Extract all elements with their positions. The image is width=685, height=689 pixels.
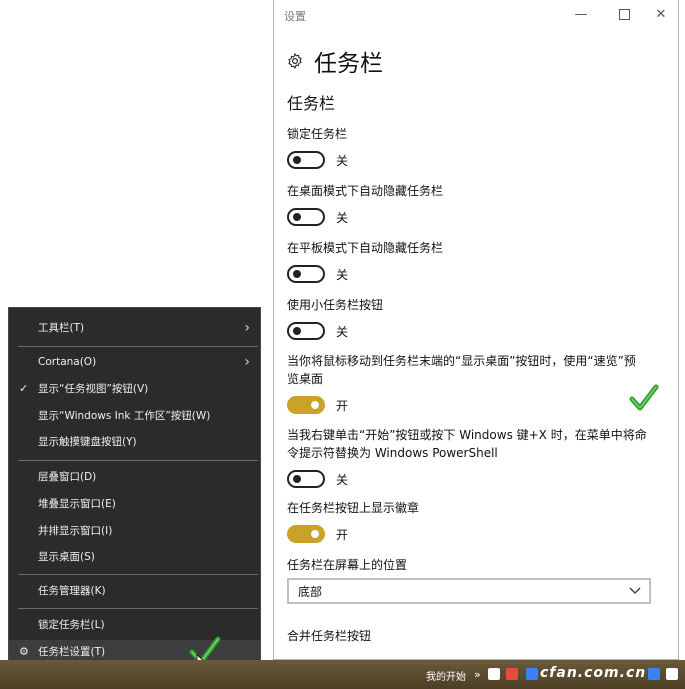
toggle-state-label: 关	[336, 267, 349, 282]
setting-powershell: 当我右键单击“开始”按钮或按下 Windows 键+X 时，在菜单中将命令提示符…	[287, 426, 647, 488]
menu-item-cascade[interactable]: 层叠窗口(D)	[9, 465, 260, 489]
taskbar: 我的开始 » cfan.com.cn	[0, 660, 685, 689]
menu-item-label: 任务管理器(K)	[38, 585, 106, 597]
menu-item-touch-keyboard[interactable]: 显示触摸键盘按钮(Y)	[9, 430, 260, 454]
menu-item-stack[interactable]: 堆叠显示窗口(E)	[9, 492, 260, 516]
menu-item-cortana[interactable]: Cortana(O) ›	[9, 350, 260, 374]
app-icon[interactable]	[648, 668, 660, 680]
lock-taskbar-toggle[interactable]	[287, 151, 325, 169]
toggle-state-label: 关	[336, 324, 349, 339]
title-bar: 设置 — ✕	[274, 0, 678, 30]
menu-item-show-desktop[interactable]: 显示桌面(S)	[9, 545, 260, 569]
menu-item-task-manager[interactable]: 任务管理器(K)	[9, 579, 260, 603]
section-title: 任务栏	[287, 94, 336, 113]
window-title: 设置	[284, 10, 306, 23]
app-icon[interactable]	[666, 668, 678, 680]
page-title: 任务栏	[314, 51, 383, 77]
setting-label: 使用小任务栏按钮	[287, 298, 384, 312]
my-start-button[interactable]: 我的开始	[426, 668, 466, 683]
autohide-tablet-toggle[interactable]	[287, 265, 325, 283]
setting-label: 当你将鼠标移动到任务栏末端的“显示桌面”按钮时，使用“速览”预览桌面	[287, 354, 636, 386]
setting-peek: 当你将鼠标移动到任务栏末端的“显示桌面”按钮时，使用“速览”预览桌面 开	[287, 352, 647, 414]
menu-item-label: 显示“任务视图”按钮(V)	[38, 383, 149, 395]
menu-item-task-view[interactable]: ✓ 显示“任务视图”按钮(V)	[9, 377, 260, 401]
setting-label: 当我右键单击“开始”按钮或按下 Windows 键+X 时，在菜单中将命令提示符…	[287, 428, 647, 460]
toggle-state-label: 关	[336, 153, 349, 168]
position-label: 任务栏在屏幕上的位置	[287, 558, 408, 572]
setting-label: 在任务栏按钮上显示徽章	[287, 501, 420, 515]
menu-item-ink[interactable]: 显示“Windows Ink 工作区”按钮(W)	[9, 404, 260, 428]
close-icon: ✕	[655, 7, 667, 22]
powershell-toggle[interactable]	[287, 470, 325, 488]
menu-item-label: 显示触摸键盘按钮(Y)	[38, 436, 137, 448]
menu-item-toolbars[interactable]: 工具栏(T) ›	[9, 316, 260, 340]
watermark-logo: cfan.com.cn	[540, 665, 647, 681]
menu-separator	[18, 608, 258, 609]
taskbar-context-menu: 工具栏(T) › Cortana(O) › ✓ 显示“任务视图”按钮(V) 显示…	[8, 307, 261, 674]
maximize-icon	[618, 9, 630, 20]
toggle-state-label: 关	[336, 472, 349, 487]
check-icon: ✓	[19, 382, 29, 395]
page-header: 任务栏	[286, 46, 383, 77]
gear-icon	[288, 53, 302, 69]
close-button[interactable]: ✕	[644, 5, 678, 25]
toggle-state-label: 关	[336, 210, 349, 225]
chevron-right-icon: ›	[244, 320, 250, 336]
setting-autohide-tablet: 在平板模式下自动隐藏任务栏 关	[287, 239, 657, 283]
setting-small-buttons: 使用小任务栏按钮 关	[287, 296, 657, 340]
minimize-button[interactable]: —	[564, 5, 598, 25]
position-value: 底部	[298, 584, 323, 599]
chevron-right-icon: ›	[244, 354, 250, 370]
chevron-down-icon	[629, 587, 641, 594]
setting-autohide-desktop: 在桌面模式下自动隐藏任务栏 关	[287, 182, 657, 226]
setting-lock-taskbar: 锁定任务栏 关	[287, 125, 657, 169]
setting-label: 在平板模式下自动隐藏任务栏	[287, 241, 444, 255]
menu-item-label: 显示“Windows Ink 工作区”按钮(W)	[38, 410, 211, 422]
menu-separator	[18, 460, 258, 461]
green-checkmark-icon	[629, 384, 659, 411]
menu-item-label: 并排显示窗口(I)	[38, 525, 113, 537]
setting-badges: 在任务栏按钮上显示徽章 开	[287, 499, 657, 543]
maximize-button[interactable]	[607, 5, 641, 25]
small-buttons-toggle[interactable]	[287, 322, 325, 340]
setting-label: 在桌面模式下自动隐藏任务栏	[287, 184, 444, 198]
menu-separator	[18, 574, 258, 575]
menu-item-label: 堆叠显示窗口(E)	[38, 498, 116, 510]
minimize-icon: —	[574, 7, 588, 22]
position-setting: 任务栏在屏幕上的位置	[287, 556, 657, 574]
settings-window: 设置 — ✕ 任务栏 任务栏 锁定任务栏 关 在桌面模式下自动隐藏任务栏 关 在…	[273, 0, 679, 660]
autohide-desktop-toggle[interactable]	[287, 208, 325, 226]
position-dropdown[interactable]: 底部	[287, 578, 651, 604]
peek-toggle[interactable]	[287, 396, 325, 414]
badges-toggle[interactable]	[287, 525, 325, 543]
app-icon[interactable]	[506, 668, 518, 680]
toggle-state-label: 开	[336, 398, 349, 413]
menu-separator	[18, 346, 258, 347]
toggle-state-label: 开	[336, 527, 349, 542]
setting-label: 锁定任务栏	[287, 127, 348, 141]
menu-item-side-by-side[interactable]: 并排显示窗口(I)	[9, 519, 260, 543]
menu-item-label: Cortana(O)	[38, 356, 97, 368]
overflow-icon[interactable]: »	[474, 668, 481, 681]
menu-item-label: 工具栏(T)	[38, 322, 85, 334]
menu-item-lock-taskbar[interactable]: 锁定任务栏(L)	[9, 613, 260, 637]
menu-item-label: 显示桌面(S)	[38, 551, 95, 563]
combine-setting: 合并任务栏按钮	[287, 627, 657, 645]
menu-item-label: 锁定任务栏(L)	[38, 619, 105, 631]
menu-item-label: 层叠窗口(D)	[38, 471, 97, 483]
app-icon[interactable]	[526, 668, 538, 680]
combine-label: 合并任务栏按钮	[287, 629, 372, 643]
app-icon[interactable]	[488, 668, 500, 680]
